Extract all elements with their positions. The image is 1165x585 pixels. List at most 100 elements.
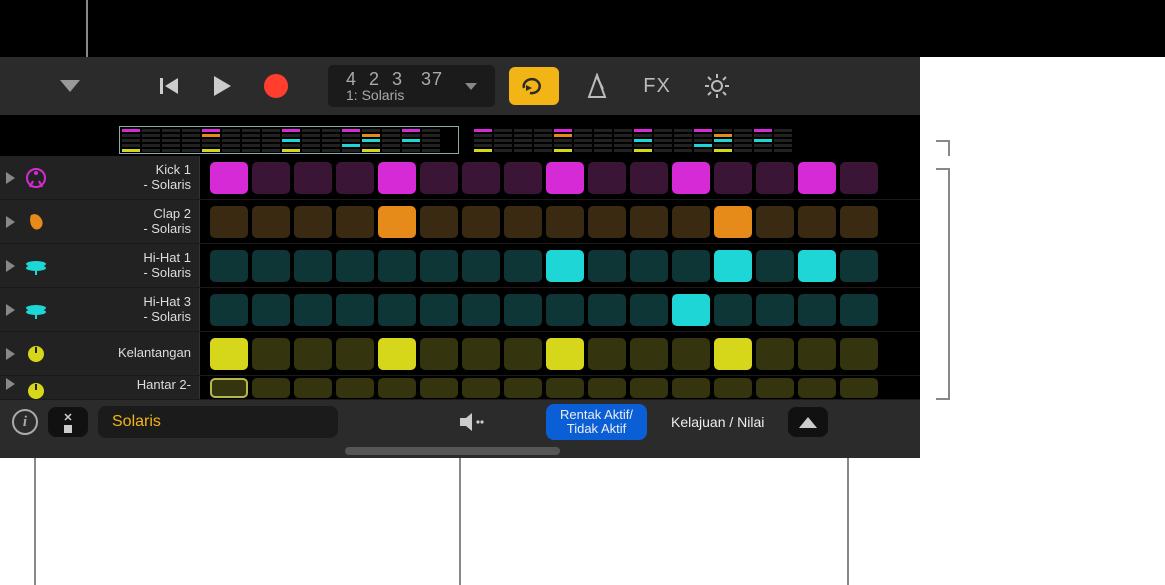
step-cell[interactable] [420,206,458,238]
step-cell[interactable] [840,378,878,398]
step-cell[interactable] [336,206,374,238]
step-cell[interactable] [756,206,794,238]
collapse-button[interactable] [788,407,828,437]
step-cell[interactable] [588,250,626,282]
step-cell[interactable] [630,378,668,398]
step-cell[interactable] [378,162,416,194]
step-cell[interactable] [798,162,836,194]
step-cell[interactable] [588,206,626,238]
step-cell[interactable] [630,294,668,326]
track-header[interactable]: Hi-Hat 3- Solaris [0,288,200,331]
step-cell[interactable] [210,294,248,326]
step-cell[interactable] [798,338,836,370]
step-cell[interactable] [840,294,878,326]
step-cell[interactable] [252,250,290,282]
info-button[interactable]: i [12,409,38,435]
cycle-button[interactable] [509,67,559,105]
step-cell[interactable] [756,162,794,194]
track-header[interactable]: Kick 1- Solaris [0,156,200,199]
step-cell[interactable] [420,378,458,398]
step-cell[interactable] [840,250,878,282]
row-play-button[interactable] [6,378,15,390]
step-cell[interactable] [252,338,290,370]
track-header[interactable]: Hantar 2- [0,376,200,399]
step-cell[interactable] [504,162,542,194]
settings-button[interactable] [687,65,747,107]
step-cell[interactable] [672,162,710,194]
lcd-display[interactable]: 4 2 3 37 1: Solaris [328,65,495,107]
step-cell[interactable] [210,162,248,194]
step-cell[interactable] [378,250,416,282]
row-play-button[interactable] [6,260,15,272]
step-cell[interactable] [630,250,668,282]
record-button[interactable] [264,74,288,98]
step-cell[interactable] [378,206,416,238]
step-cell[interactable] [756,378,794,398]
step-cell[interactable] [336,338,374,370]
step-cell[interactable] [546,294,584,326]
step-cell[interactable] [504,250,542,282]
step-cell[interactable] [504,206,542,238]
step-cell[interactable] [420,294,458,326]
step-cell[interactable] [714,294,752,326]
step-cell[interactable] [252,378,290,398]
fx-button[interactable]: FX [627,65,687,107]
step-cell[interactable] [504,338,542,370]
step-cell[interactable] [546,250,584,282]
step-cell[interactable] [210,338,248,370]
step-cell[interactable] [756,338,794,370]
step-cell[interactable] [672,250,710,282]
step-cell[interactable] [714,338,752,370]
row-play-button[interactable] [6,216,15,228]
step-cell[interactable] [252,162,290,194]
stop-clear-button[interactable]: ✕ [48,407,88,437]
step-cell[interactable] [672,294,710,326]
step-cell[interactable] [630,162,668,194]
step-cell[interactable] [588,338,626,370]
step-cell[interactable] [252,206,290,238]
step-cell[interactable] [714,378,752,398]
step-cell[interactable] [672,338,710,370]
step-cell[interactable] [336,378,374,398]
step-cell[interactable] [462,338,500,370]
step-cell[interactable] [714,250,752,282]
lcd-dropdown-icon[interactable] [465,83,477,90]
step-cell[interactable] [714,206,752,238]
step-cell[interactable] [546,162,584,194]
step-cell[interactable] [294,162,332,194]
row-play-button[interactable] [6,348,15,360]
kit-name-field[interactable]: Solaris [98,406,338,438]
step-cell[interactable] [210,250,248,282]
step-cell[interactable] [798,206,836,238]
step-cell[interactable] [798,250,836,282]
play-button[interactable] [212,75,232,97]
step-cell[interactable] [294,250,332,282]
step-cell[interactable] [336,250,374,282]
step-cell[interactable] [294,378,332,398]
step-cell[interactable] [420,162,458,194]
step-cell[interactable] [840,338,878,370]
step-cell[interactable] [630,338,668,370]
step-cell[interactable] [504,378,542,398]
step-cell[interactable] [588,378,626,398]
step-cell[interactable] [420,250,458,282]
step-cell[interactable] [714,162,752,194]
step-cell[interactable] [378,294,416,326]
track-header[interactable]: Hi-Hat 1- Solaris [0,244,200,287]
step-cell[interactable] [462,206,500,238]
step-cell[interactable] [420,338,458,370]
step-cell[interactable] [378,338,416,370]
step-cell[interactable] [840,206,878,238]
step-cell[interactable] [462,294,500,326]
scrollbar-thumb[interactable] [345,447,560,455]
volume-button[interactable] [458,410,486,434]
step-cell[interactable] [294,294,332,326]
view-menu-button[interactable] [60,80,80,92]
step-cell[interactable] [294,338,332,370]
step-cell[interactable] [546,378,584,398]
step-cell[interactable] [336,162,374,194]
track-header[interactable]: Clap 2- Solaris [0,200,200,243]
track-header[interactable]: Kelantangan [0,332,200,375]
step-cell[interactable] [546,206,584,238]
step-cell[interactable] [672,206,710,238]
